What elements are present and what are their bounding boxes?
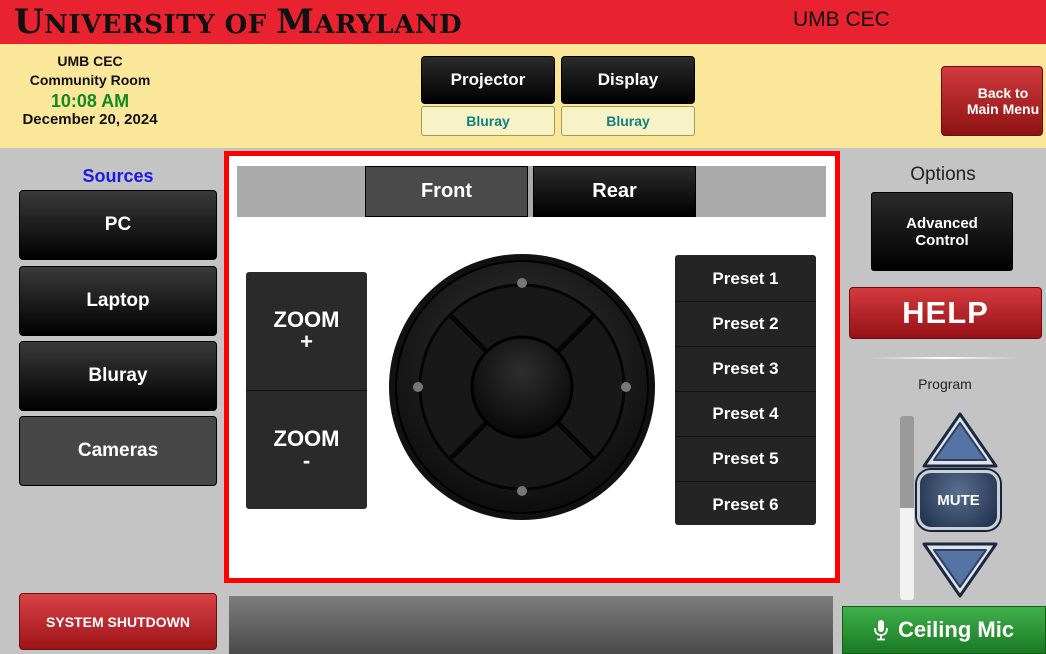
system-shutdown-button[interactable]: SYSTEM SHUTDOWN <box>19 593 217 650</box>
triangle-down-icon[interactable] <box>920 540 1000 600</box>
camera-tab-bar <box>237 166 826 217</box>
sources-title: Sources <box>82 166 154 186</box>
preset-3-button[interactable]: Preset 3 <box>675 347 816 392</box>
back-to-main-menu-button[interactable]: Back to Main Menu <box>941 66 1043 136</box>
clock-date: December 20, 2024 <box>22 111 158 128</box>
advanced-control-label: Advanced Control <box>906 214 978 249</box>
back-to-main-menu-label: Back to Main Menu <box>966 85 1040 117</box>
ceiling-mic-button[interactable]: Ceiling Mic <box>842 606 1046 654</box>
projector-source-status: Bluray <box>421 106 555 136</box>
room-name: Community Room <box>29 72 151 88</box>
zoom-in-button[interactable]: ZOOM + <box>246 272 367 390</box>
options-divider <box>870 357 1020 359</box>
preset-5-button[interactable]: Preset 5 <box>675 437 816 482</box>
pan-left-dot <box>413 382 423 392</box>
preset-1-button[interactable]: Preset 1 <box>675 257 816 302</box>
volume-level-bar <box>900 416 914 600</box>
header-bar: UNIVERSITY OF MARYLAND UMB CEC <box>0 0 1046 44</box>
directional-pad-icon[interactable] <box>388 253 656 521</box>
pan-right-dot <box>621 382 631 392</box>
zoom-out-button[interactable]: ZOOM - <box>246 391 367 509</box>
projector-button[interactable]: Projector <box>421 56 555 104</box>
preset-2-button[interactable]: Preset 2 <box>675 302 816 347</box>
bottom-strip <box>229 596 833 654</box>
clock-time: 10:08 AM <box>50 91 130 111</box>
pan-up-dot <box>517 278 527 288</box>
tab-rear-camera[interactable]: Rear <box>533 166 696 217</box>
advanced-control-button[interactable]: Advanced Control <box>871 192 1013 271</box>
room-info: UMB CEC Community Room 10:08 AM December… <box>0 52 180 128</box>
microphone-icon <box>874 620 888 641</box>
mute-button[interactable]: MUTE <box>917 470 1000 530</box>
room-site: UMB CEC <box>57 53 123 69</box>
preset-6-button[interactable]: Preset 6 <box>675 482 816 527</box>
triangle-up-icon[interactable] <box>920 410 1000 470</box>
university-logo: UNIVERSITY OF MARYLAND <box>14 2 463 42</box>
source-bluray-button[interactable]: Bluray <box>19 341 217 411</box>
pan-down-dot <box>517 486 527 496</box>
site-name: UMB CEC <box>793 8 890 31</box>
tab-front-camera[interactable]: Front <box>365 166 528 217</box>
help-button[interactable]: HELP <box>849 287 1042 339</box>
program-volume-label: Program <box>918 376 972 392</box>
options-title: Options <box>910 164 976 185</box>
source-cameras-button[interactable]: Cameras <box>19 416 217 486</box>
display-button[interactable]: Display <box>561 56 695 104</box>
source-pc-button[interactable]: PC <box>19 190 217 260</box>
display-source-status: Bluray <box>561 106 695 136</box>
source-laptop-button[interactable]: Laptop <box>19 266 217 336</box>
volume-level-fill <box>900 508 914 600</box>
preset-4-button[interactable]: Preset 4 <box>675 392 816 437</box>
ceiling-mic-label: Ceiling Mic <box>897 617 1015 642</box>
